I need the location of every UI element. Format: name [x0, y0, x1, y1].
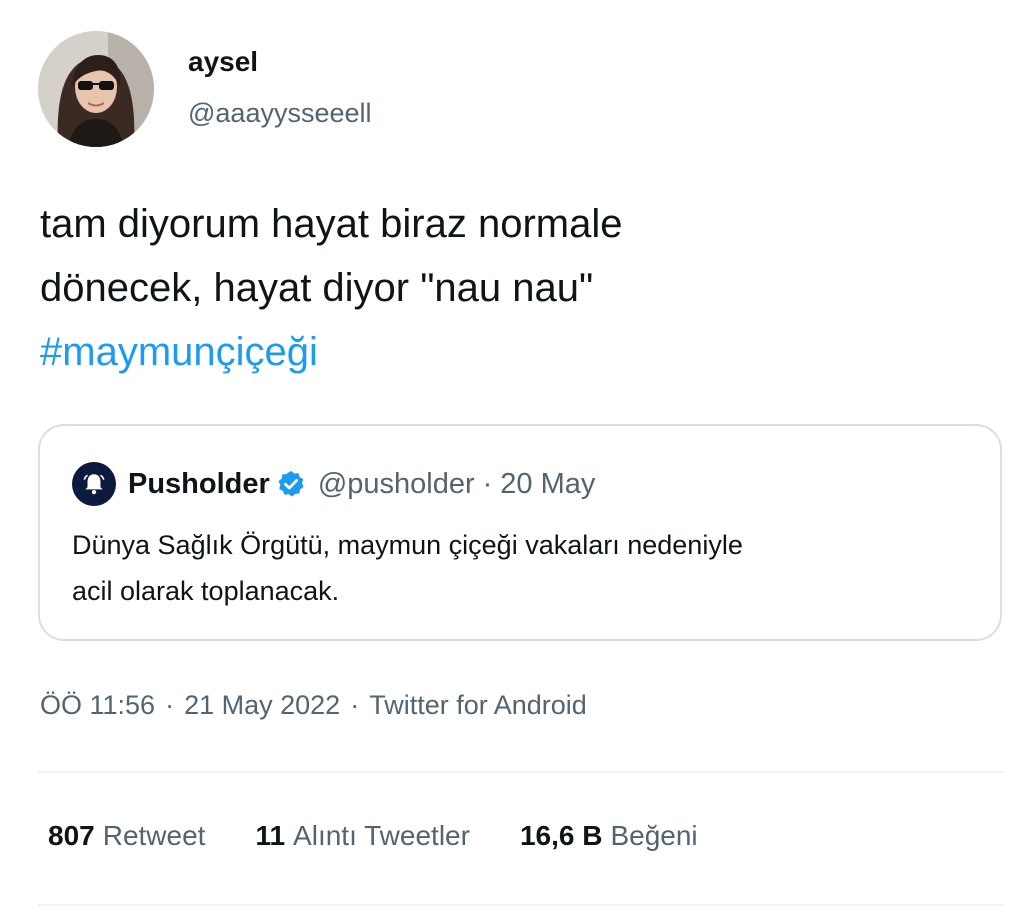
verified-badge-icon: [276, 469, 306, 499]
quoted-author-handle[interactable]: @pusholder: [318, 468, 475, 500]
divider: [38, 904, 1004, 906]
quoted-tweet-date[interactable]: 20 May: [500, 468, 595, 500]
engagement-stats: 807 Retweet 11 Alıntı Tweetler 16,6 B Beğen…: [48, 820, 698, 852]
quoted-tweet-meta: @pusholder · 20 May: [318, 468, 596, 501]
tweet-text-line: tam diyorum hayat biraz normale: [40, 202, 623, 246]
meta-separator: ·: [482, 467, 493, 500]
likes-count-link[interactable]: 16,6 B Beğeni: [520, 820, 698, 852]
retweet-count: 807: [48, 820, 95, 851]
author-avatar[interactable]: [38, 31, 154, 147]
divider: [38, 771, 1004, 773]
bell-icon: [83, 474, 105, 495]
timestamp-separator: ·: [165, 690, 175, 720]
author-display-name[interactable]: aysel: [188, 48, 258, 76]
avatar-photo-icon: [38, 31, 154, 147]
timestamp-separator: ·: [350, 690, 360, 720]
tweet-date[interactable]: 21 May 2022: [184, 690, 340, 720]
quoted-author-name[interactable]: Pusholder: [128, 468, 270, 501]
quoted-author-avatar[interactable]: [72, 462, 116, 506]
quoted-tweet-card[interactable]: Pusholder @pusholder · 20 May Dünya Sağlık…: [38, 424, 1002, 641]
quote-tweets-label: Alıntı Tweetler: [293, 820, 470, 851]
quoted-text-line: Dünya Sağlık Örgütü, maymun çiçeği vakal…: [72, 530, 743, 560]
tweet-time[interactable]: ÖÖ 11:56: [40, 690, 155, 720]
quote-tweets-count-link[interactable]: 11 Alıntı Tweetler: [255, 820, 470, 852]
retweet-count-link[interactable]: 807 Retweet: [48, 820, 205, 852]
quoted-text-line: acil olarak toplanacak.: [72, 576, 340, 606]
tweet-source-link[interactable]: Twitter for Android: [369, 690, 587, 720]
likes-count: 16,6 B: [519, 820, 603, 851]
quote-tweets-count: 11: [255, 820, 286, 851]
tweet-timestamp: ÖÖ 11:56 · 21 May 2022 · Twitter for Android: [40, 690, 587, 721]
quoted-tweet-header: Pusholder @pusholder · 20 May: [72, 462, 595, 506]
tweet-text: tam diyorum hayat biraz normale dönecek,…: [40, 192, 1000, 384]
author-handle[interactable]: @aaayysseeell: [188, 100, 372, 127]
retweet-label: Retweet: [102, 820, 206, 851]
quoted-tweet-text: Dünya Sağlık Örgütü, maymun çiçeği vakal…: [72, 522, 982, 614]
likes-label: Beğeni: [610, 820, 698, 851]
hashtag-link[interactable]: #maymunçiçeği: [40, 320, 1000, 384]
tweet-text-line: dönecek, hayat diyor "nau nau": [40, 266, 594, 310]
